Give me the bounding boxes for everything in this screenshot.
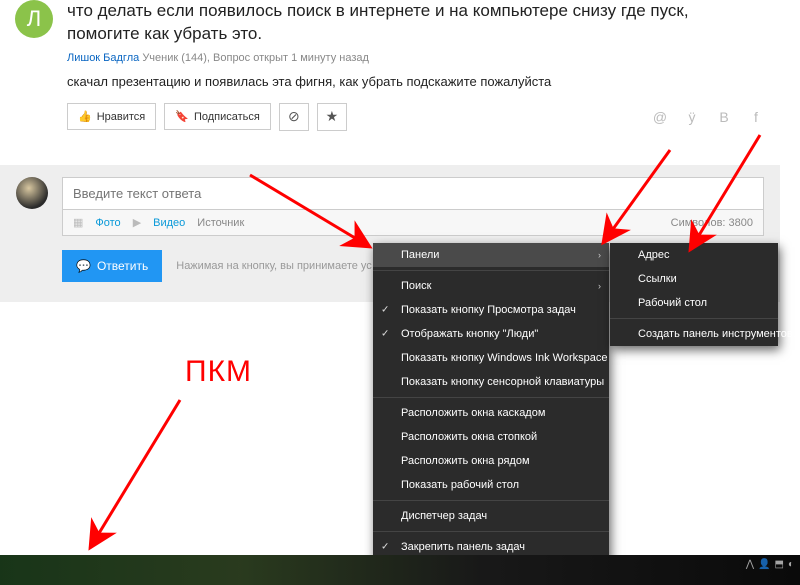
at-icon[interactable]: @ [651,109,669,125]
chevron-right-icon: › [598,250,601,260]
check-icon: ✓ [381,329,389,340]
star-button[interactable]: ★ [317,103,347,131]
ctx-taskmgr[interactable]: Диспетчер задач [373,504,609,528]
photo-icon[interactable]: ▦ [73,216,83,229]
bookmark-icon: 🔖 [175,110,189,123]
like-label: Нравится [97,111,146,123]
system-tray[interactable]: ⋀ 👤 ⬒ ◐ [746,559,794,570]
tray-icon[interactable]: ⋀ [746,559,754,570]
sub-desktop[interactable]: Рабочий стол [610,291,778,315]
taskbar-context-menu: Панели› Поиск› ✓ Показать кнопку Просмот… [373,243,609,583]
question-title: что делать если появилось поиск в интерн… [67,0,765,46]
author-avatar: Л [15,0,53,38]
ctx-show-touch-kb[interactable]: Показать кнопку сенсорной клавиатуры [373,370,609,394]
subscribe-label: Подписаться [194,111,260,123]
ctx-side[interactable]: Расположить окна рядом [373,449,609,473]
tray-icon[interactable]: ⬒ [775,559,784,570]
ok-icon[interactable]: ӱ [683,109,701,125]
ctx-stack[interactable]: Расположить окна стопкой [373,425,609,449]
sub-address[interactable]: Адрес [610,243,778,267]
ctx-panels[interactable]: Панели› [373,243,609,267]
like-button[interactable]: 👍 Нравится [67,103,156,130]
fb-icon[interactable]: f [747,109,765,125]
answer-toolbar: ▦ Фото ▶ Видео Источник Символов: 3800 [62,210,764,236]
char-counter: Символов: 3800 [671,217,753,229]
windows-taskbar[interactable]: ⋀ 👤 ⬒ ◐ [0,555,800,585]
vk-icon[interactable]: B [715,109,733,125]
photo-link[interactable]: Фото [95,217,120,229]
source-link[interactable]: Источник [197,217,244,229]
thumb-up-icon: 👍 [78,110,92,123]
social-share: @ ӱ B f [651,109,765,125]
ctx-show-desktop[interactable]: Показать рабочий стол [373,473,609,497]
sub-links[interactable]: Ссылки [610,267,778,291]
question-meta: Лишок Бадгла Ученик (144), Вопрос открыт… [67,52,765,64]
people-icon[interactable]: 👤 [758,559,770,570]
author-link[interactable]: Лишок Бадгла [67,52,139,64]
video-icon[interactable]: ▶ [133,216,141,229]
block-icon: ⊘ [288,108,300,125]
subscribe-button[interactable]: 🔖 Подписаться [164,103,271,130]
ctx-search[interactable]: Поиск› [373,274,609,298]
answer-input[interactable] [62,177,764,210]
annotation-pkm: ПКМ [185,355,252,389]
speech-icon: 💬 [76,259,91,273]
video-link[interactable]: Видео [153,217,185,229]
submit-answer-button[interactable]: 💬 Ответить [62,250,162,282]
terms-text: Нажимая на кнопку, вы принимаете ус [176,260,372,272]
ctx-cascade[interactable]: Расположить окна каскадом [373,401,609,425]
question-card: Л что делать если появилось поиск в инте… [0,0,780,146]
submit-label: Ответить [97,259,148,273]
block-button[interactable]: ⊘ [279,103,309,131]
user-avatar [16,177,48,209]
tray-icon[interactable]: ◐ [788,559,794,570]
ctx-show-people[interactable]: ✓ Отображать кнопку "Люди" [373,322,609,346]
chevron-right-icon: › [598,281,601,291]
star-icon: ★ [326,108,339,125]
author-rank: Ученик (144), Вопрос открыт 1 минуту наз… [142,52,369,64]
ctx-show-ink[interactable]: Показать кнопку Windows Ink Workspace [373,346,609,370]
ctx-show-taskview[interactable]: ✓ Показать кнопку Просмотра задач [373,298,609,322]
question-body: скачал презентацию и появилась эта фигня… [67,74,765,89]
check-icon: ✓ [381,542,389,553]
check-icon: ✓ [381,305,389,316]
panels-submenu: Адрес Ссылки Рабочий стол Создать панель… [610,243,778,346]
sub-new-toolbar[interactable]: Создать панель инструментов... [610,322,778,346]
